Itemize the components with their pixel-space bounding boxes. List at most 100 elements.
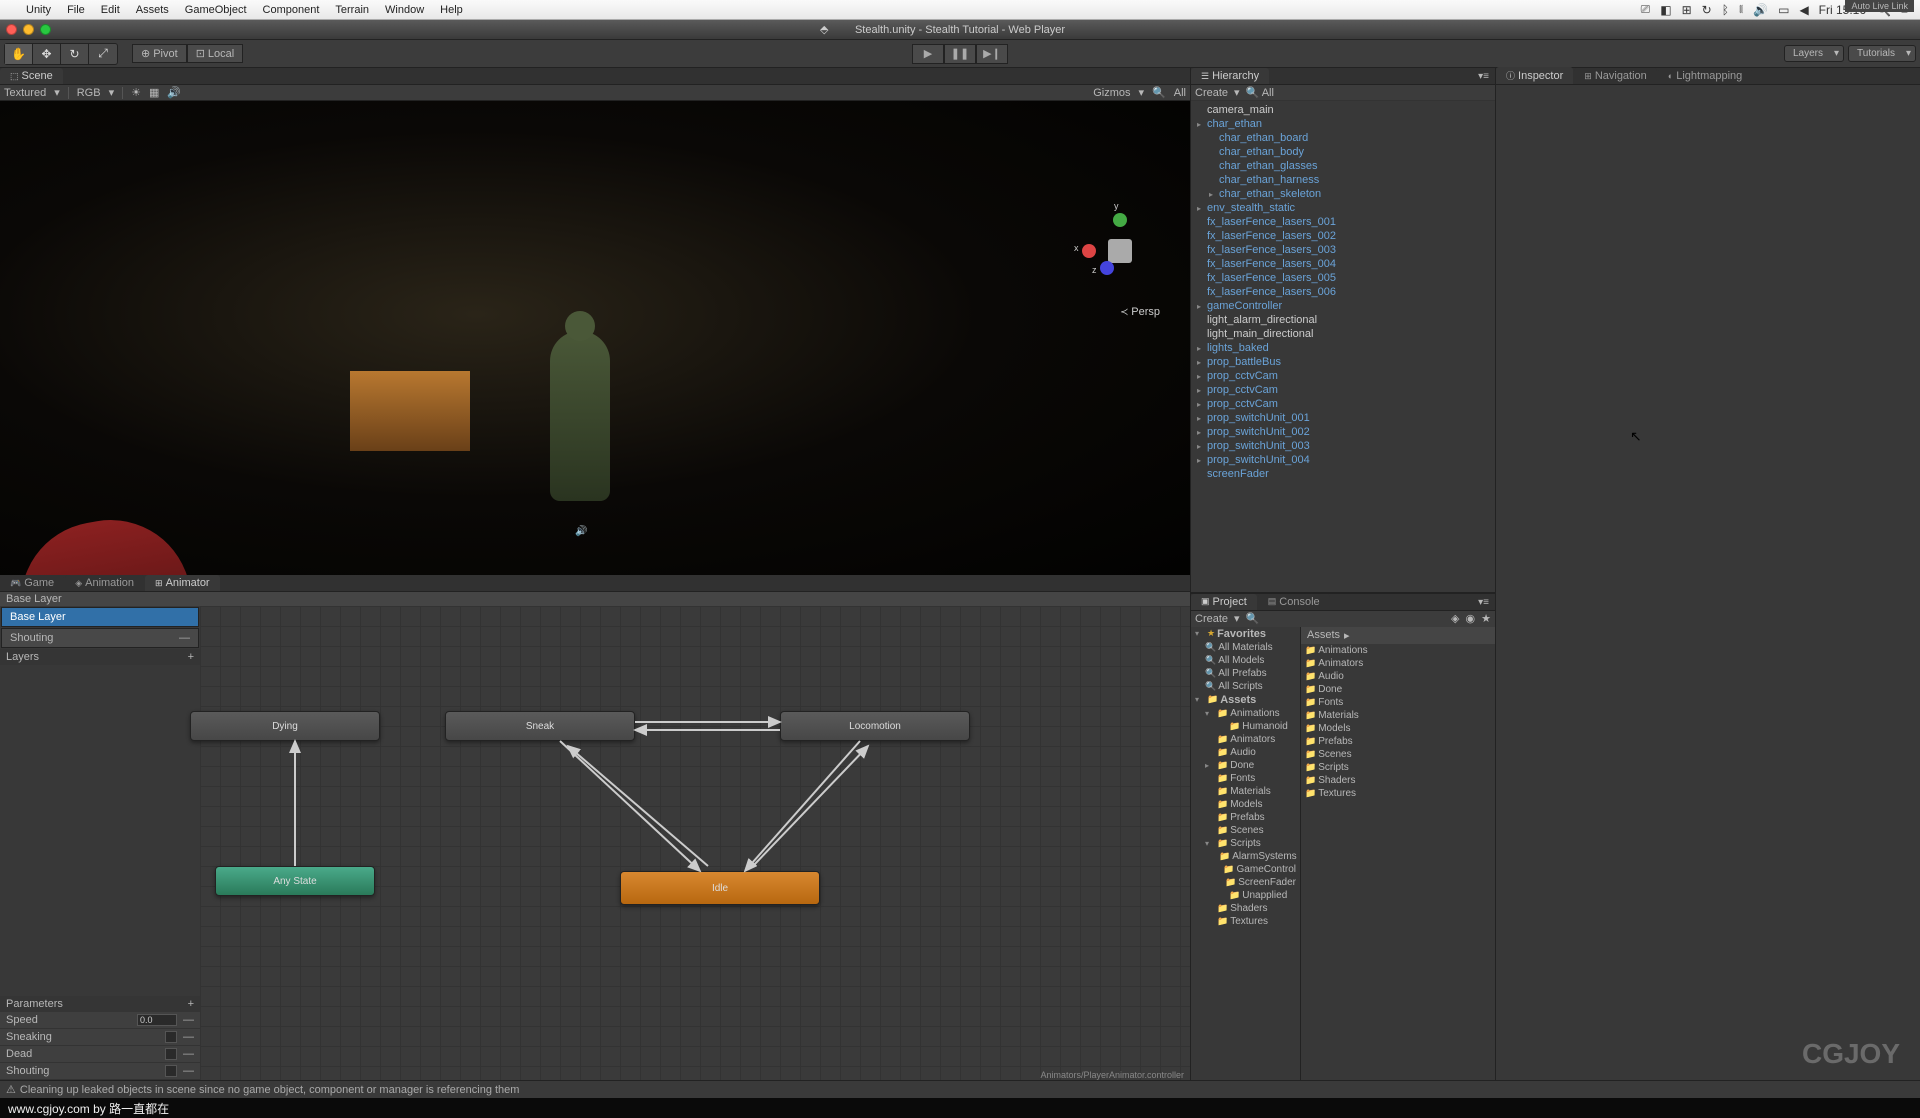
project-tree[interactable]: ▾★Favorites🔍All Materials🔍All Models🔍All… [1191,627,1301,1081]
project-folder[interactable]: 📁Animators [1191,733,1300,746]
hierarchy-item[interactable]: ▸char_ethan_skeleton [1191,187,1495,201]
menu-gameobject[interactable]: GameObject [177,4,255,16]
menu-terrain[interactable]: Terrain [327,4,377,16]
dropdown-icon[interactable]: ◀ [1799,3,1808,17]
hierarchy-item[interactable]: fx_laserFence_lasers_005 [1191,271,1495,285]
project-asset[interactable]: 📁Prefabs [1301,735,1495,748]
inspector-tab[interactable]: ⓘInspector [1496,67,1573,84]
perspective-label[interactable]: ≺ Persp [1120,306,1160,318]
hierarchy-item[interactable]: ▸prop_switchUnit_001 [1191,411,1495,425]
hierarchy-item[interactable]: fx_laserFence_lasers_004 [1191,257,1495,271]
menu-component[interactable]: Component [255,4,328,16]
hierarchy-item[interactable]: fx_laserFence_lasers_003 [1191,243,1495,257]
project-asset[interactable]: 📁Fonts [1301,696,1495,709]
favorite-item[interactable]: 🔍All Models [1191,654,1300,667]
wifi-icon[interactable]: ⧛ [1739,2,1743,17]
project-folder[interactable]: 📁ScreenFader [1191,876,1300,889]
panel-menu-icon[interactable]: ▾≡ [1472,595,1495,610]
move-tool[interactable]: ✥ [33,44,61,64]
favorite-item[interactable]: 🔍All Prefabs [1191,667,1300,680]
gizmo-y-axis[interactable] [1113,213,1127,227]
project-asset[interactable]: 📁Done [1301,683,1495,696]
state-sneak[interactable]: Sneak [445,711,635,741]
lightmapping-tab[interactable]: ◐Lightmapping [1658,68,1753,84]
project-folder[interactable]: ▾📁Animations [1191,707,1300,720]
hierarchy-search[interactable]: 🔍 All [1246,86,1274,99]
search-scene[interactable]: 🔍 [1152,86,1166,99]
project-folder[interactable]: ▸📁Done [1191,759,1300,772]
minimize-button[interactable] [23,24,34,35]
gizmos-dropdown[interactable]: Gizmos [1093,87,1130,99]
project-content[interactable]: Assets ▸ 📁Animations📁Animators📁Audio📁Don… [1301,627,1495,1081]
state-dying[interactable]: Dying [190,711,380,741]
animator-tab[interactable]: ⊞Animator [145,575,220,591]
project-folder[interactable]: 📁Scenes [1191,824,1300,837]
battery-icon[interactable]: ▭ [1778,3,1789,17]
scale-tool[interactable]: ⤢ [89,44,117,64]
project-folder[interactable]: 📁Shaders [1191,902,1300,915]
state-idle[interactable]: Idle [620,871,820,905]
hierarchy-tab[interactable]: ☰Hierarchy [1191,68,1269,84]
hierarchy-item[interactable]: fx_laserFence_lasers_001 [1191,215,1495,229]
menu-help[interactable]: Help [432,4,471,16]
param-sneaking[interactable]: Sneaking— [0,1029,200,1046]
project-asset[interactable]: 📁Shaders [1301,774,1495,787]
layer-base[interactable]: Base Layer [1,607,199,627]
hierarchy-create-dropdown[interactable]: Create [1195,87,1228,99]
favorites-header[interactable]: ▾★Favorites [1191,627,1300,641]
param-shouting-checkbox[interactable] [165,1065,177,1077]
game-tab[interactable]: 🎮Game [0,575,64,591]
hierarchy-item[interactable]: camera_main [1191,103,1495,117]
hierarchy-item[interactable]: ▸prop_cctvCam [1191,383,1495,397]
filter-icon[interactable]: ◉ [1466,612,1476,625]
project-folder[interactable]: 📁Materials [1191,785,1300,798]
hierarchy-item[interactable]: light_alarm_directional [1191,313,1495,327]
pause-button[interactable]: ❚❚ [944,44,976,64]
param-dead-checkbox[interactable] [165,1048,177,1060]
status-icon[interactable]: ⊞ [1682,3,1692,17]
menu-edit[interactable]: Edit [93,4,128,16]
project-folder[interactable]: ▾📁Scripts [1191,837,1300,850]
console-tab[interactable]: ▤Console [1258,594,1330,610]
param-sneaking-checkbox[interactable] [165,1031,177,1043]
menu-file[interactable]: File [59,4,93,16]
auto-live-link-toggle[interactable]: Auto Live Link [1845,0,1914,12]
local-toggle[interactable]: ⊡Local [187,44,244,63]
hierarchy-item[interactable]: char_ethan_glasses [1191,159,1495,173]
hierarchy-item[interactable]: ▸prop_switchUnit_003 [1191,439,1495,453]
hierarchy-item[interactable]: ▸env_stealth_static [1191,201,1495,215]
project-asset[interactable]: 📁Audio [1301,670,1495,683]
menu-window[interactable]: Window [377,4,432,16]
hierarchy-item[interactable]: ▸prop_switchUnit_004 [1191,453,1495,467]
status-icon[interactable]: ◧ [1660,3,1671,17]
scene-tab[interactable]: ⬚Scene [0,68,63,84]
navigation-tab[interactable]: ⊞Navigation [1574,68,1657,84]
assets-root[interactable]: ▾📁Assets [1191,693,1300,707]
state-locomotion[interactable]: Locomotion [780,711,970,741]
hierarchy-item[interactable]: char_ethan_body [1191,145,1495,159]
hierarchy-item[interactable]: ▸char_ethan [1191,117,1495,131]
project-asset[interactable]: 📁Animators [1301,657,1495,670]
animation-tab[interactable]: ◈Animation [65,575,144,591]
panel-menu-icon[interactable]: ▾≡ [1472,69,1495,84]
hierarchy-item[interactable]: fx_laserFence_lasers_002 [1191,229,1495,243]
volume-icon[interactable]: 🔊 [1753,3,1768,17]
project-asset[interactable]: 📁Models [1301,722,1495,735]
hand-tool[interactable]: ✋ [5,44,33,64]
project-create-dropdown[interactable]: Create [1195,613,1228,625]
project-asset[interactable]: 📁Scripts [1301,761,1495,774]
param-speed[interactable]: Speed— [0,1012,200,1029]
project-folder[interactable]: 📁Fonts [1191,772,1300,785]
scene-gizmo[interactable]: x y z [1080,211,1160,291]
favorite-item[interactable]: 🔍All Materials [1191,641,1300,654]
breadcrumb-text[interactable]: Base Layer [6,593,62,605]
status-icon[interactable]: ⎚ [1641,2,1651,17]
render-mode-dropdown[interactable]: Textured [4,87,46,99]
hierarchy-item[interactable]: ▸lights_baked [1191,341,1495,355]
project-folder[interactable]: 📁Humanoid [1191,720,1300,733]
play-button[interactable]: ▶ [912,44,944,64]
hierarchy-item[interactable]: ▸gameController [1191,299,1495,313]
hierarchy-item[interactable]: char_ethan_board [1191,131,1495,145]
skybox-toggle[interactable]: ▦ [149,86,159,99]
layout-dropdown[interactable]: Tutorials [1848,45,1916,62]
